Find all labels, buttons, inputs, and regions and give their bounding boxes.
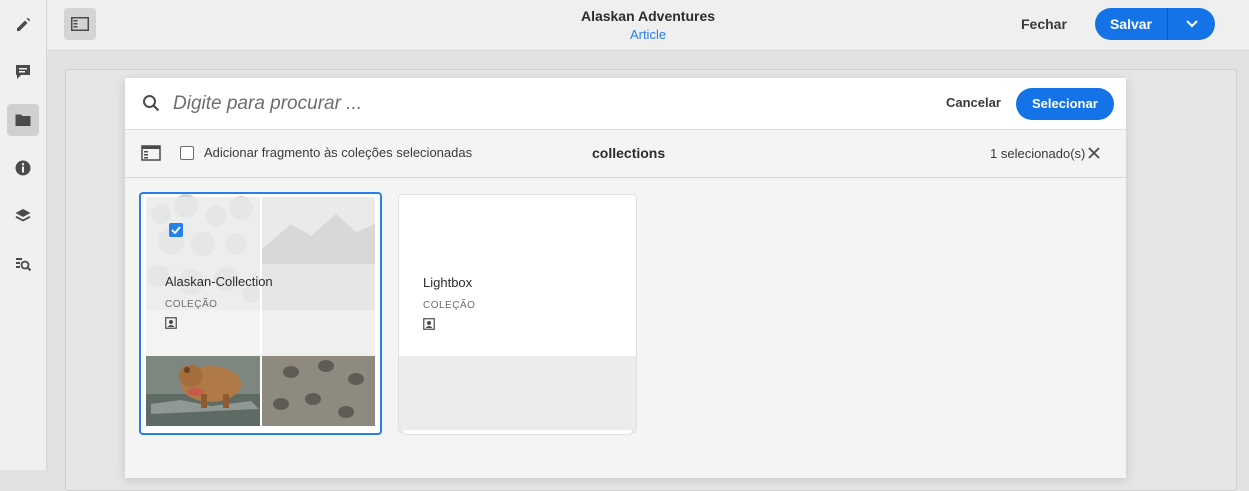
edit-icon[interactable] xyxy=(7,8,39,40)
card-type: COLEÇÃO xyxy=(165,299,218,310)
collection-icon xyxy=(423,318,435,330)
selection-action-bar: Adicionar fragmento às coleções selecion… xyxy=(125,130,1126,178)
collection-picker-dialog: Cancelar Selecionar Adicionar fragmento … xyxy=(125,78,1126,478)
card-title: Lightbox xyxy=(423,275,473,290)
annotation-icon[interactable] xyxy=(7,56,39,88)
collection-card[interactable]: Alaskan-Collection COLEÇÃO xyxy=(139,192,382,435)
add-to-collections-checkbox[interactable] xyxy=(180,146,194,160)
close-button[interactable]: Fechar xyxy=(1013,8,1075,40)
checkmark-icon xyxy=(171,226,181,234)
selection-count: 1 selecionado(s) xyxy=(990,146,1086,161)
card-title: Alaskan-Collection xyxy=(165,274,273,289)
card-stack-edge xyxy=(402,430,633,435)
cancel-button[interactable]: Cancelar xyxy=(938,87,1009,119)
add-to-collections-label: Adicionar fragmento às coleções selecion… xyxy=(204,145,473,160)
close-icon[interactable] xyxy=(1086,145,1102,161)
chevron-down-icon xyxy=(1185,20,1198,28)
find-asset-icon[interactable] xyxy=(7,248,39,280)
rail-toggle-icon[interactable] xyxy=(141,144,161,162)
save-button[interactable]: Salvar xyxy=(1095,8,1168,40)
select-button[interactable]: Selecionar xyxy=(1016,88,1114,120)
collection-card[interactable]: Lightbox COLEÇÃO xyxy=(398,194,637,433)
card-thumbnail-placeholder xyxy=(399,356,636,432)
card-checkbox[interactable] xyxy=(169,223,183,237)
card-type: COLEÇÃO xyxy=(423,300,476,311)
info-icon[interactable] xyxy=(7,152,39,184)
left-rail xyxy=(0,0,47,470)
assets-icon[interactable] xyxy=(7,104,39,136)
editor-header: Alaskan Adventures Article Fechar Salvar xyxy=(47,0,1249,51)
collection-icon xyxy=(165,317,177,329)
search-icon xyxy=(143,95,160,112)
layers-icon[interactable] xyxy=(7,200,39,232)
context-title: collections xyxy=(592,145,666,161)
save-button-group: Salvar xyxy=(1095,8,1215,40)
search-input[interactable] xyxy=(171,87,875,121)
search-bar: Cancelar Selecionar xyxy=(125,78,1126,130)
save-options-button[interactable] xyxy=(1168,8,1215,40)
